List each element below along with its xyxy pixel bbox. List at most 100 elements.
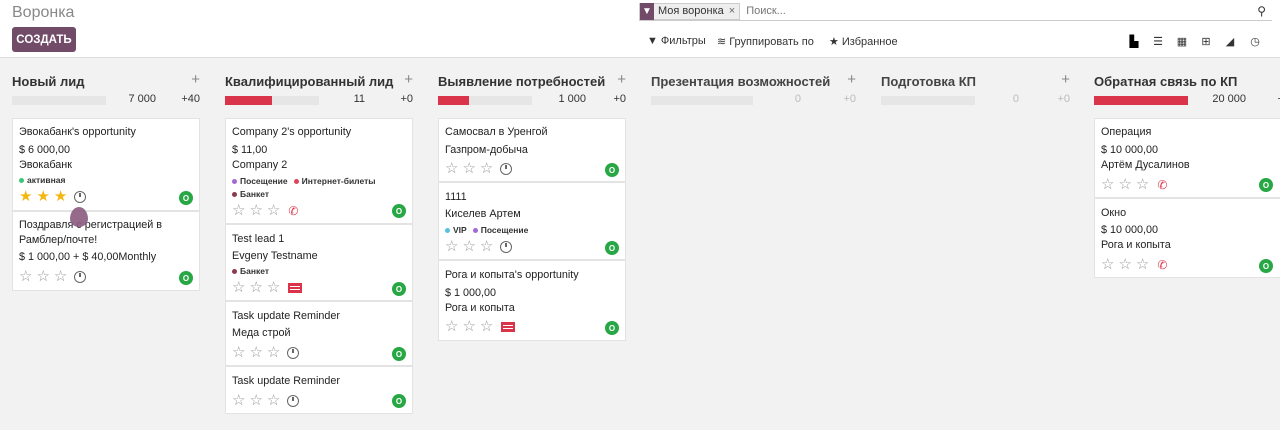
avatar[interactable]: O xyxy=(1259,259,1273,273)
kanban-card[interactable]: Test lead 1 Evgeny Testname Банкет ☆ ☆ ☆… xyxy=(225,224,413,301)
star-icon[interactable]: ☆ xyxy=(1118,257,1131,272)
star-icon[interactable]: ☆ xyxy=(445,239,458,254)
star-icon[interactable]: ☆ xyxy=(267,393,280,408)
activity-clock-icon[interactable] xyxy=(287,347,300,359)
avatar[interactable]: O xyxy=(392,204,406,218)
priority-stars[interactable]: ☆ ☆ ☆ xyxy=(19,269,87,284)
priority-stars[interactable]: ☆ ☆ ☆ xyxy=(232,345,300,360)
priority-stars[interactable]: ☆ ☆ ☆ ✆ xyxy=(1101,257,1167,272)
quick-create-icon[interactable]: + xyxy=(191,71,200,88)
kanban-card[interactable]: Эвокабанк's opportunity $ 6 000,00 Эвока… xyxy=(12,118,200,211)
star-icon[interactable]: ☆ xyxy=(249,345,262,360)
list-view-icon[interactable]: ☰ xyxy=(1150,33,1166,49)
search-input[interactable] xyxy=(746,5,1247,17)
email-icon[interactable] xyxy=(288,283,303,293)
progress-bar[interactable] xyxy=(651,96,753,105)
priority-stars[interactable]: ☆ ☆ ☆ ✆ xyxy=(232,203,298,218)
priority-stars[interactable]: ☆ ☆ ☆ ✆ xyxy=(1101,177,1167,192)
quick-create-icon[interactable]: + xyxy=(617,71,626,88)
star-icon[interactable]: ☆ xyxy=(232,393,245,408)
star-icon[interactable]: ☆ xyxy=(445,161,458,176)
email-icon[interactable] xyxy=(501,322,516,332)
priority-stars[interactable]: ☆ ☆ ☆ xyxy=(232,280,303,295)
priority-stars[interactable]: ☆ ☆ ☆ xyxy=(445,161,513,176)
star-icon[interactable]: ★ xyxy=(54,189,67,204)
calendar-view-icon[interactable]: ▦ xyxy=(1174,33,1190,49)
kanban-card[interactable]: Task update Reminder Меда строй ☆ ☆ ☆ O xyxy=(225,301,413,366)
progress-bar[interactable] xyxy=(438,96,532,105)
avatar[interactable]: O xyxy=(605,163,619,177)
kanban-card[interactable]: Поздравля с регистрацией в Рамблер/почте… xyxy=(12,211,200,291)
star-icon[interactable]: ☆ xyxy=(480,319,493,334)
star-icon[interactable]: ☆ xyxy=(36,269,49,284)
avatar[interactable]: O xyxy=(392,347,406,361)
star-icon[interactable]: ☆ xyxy=(19,269,32,284)
progress-bar[interactable] xyxy=(12,96,106,105)
avatar[interactable]: O xyxy=(605,321,619,335)
avatar[interactable]: O xyxy=(179,271,193,285)
star-icon[interactable]: ☆ xyxy=(1118,177,1131,192)
create-button[interactable]: СОЗДАТЬ xyxy=(12,27,76,52)
progress-bar[interactable] xyxy=(881,96,975,105)
star-icon[interactable]: ☆ xyxy=(480,239,493,254)
phone-icon[interactable]: ✆ xyxy=(1157,258,1167,272)
avatar[interactable]: O xyxy=(392,282,406,296)
kanban-card[interactable]: Company 2's opportunity $ 11,00 Company … xyxy=(225,118,413,224)
star-icon[interactable]: ☆ xyxy=(1101,177,1114,192)
filters-button[interactable]: ▼ Фильтры xyxy=(647,35,706,47)
avatar[interactable]: O xyxy=(1259,178,1273,192)
star-icon[interactable]: ☆ xyxy=(1136,177,1149,192)
star-icon[interactable]: ☆ xyxy=(267,280,280,295)
star-icon[interactable]: ☆ xyxy=(480,161,493,176)
star-icon[interactable]: ☆ xyxy=(249,203,262,218)
activity-view-icon[interactable]: ◷ xyxy=(1247,33,1263,49)
quick-create-icon[interactable]: + xyxy=(404,71,413,88)
star-icon[interactable]: ☆ xyxy=(462,161,475,176)
priority-stars[interactable]: ☆ ☆ ☆ xyxy=(232,393,300,408)
kanban-card[interactable]: Окно $ 10 000,00 Рога и копыта ☆ ☆ ☆ ✆ O xyxy=(1094,198,1280,278)
kanban-card[interactable]: Операция $ 10 000,00 Артём Дусалинов ☆ ☆… xyxy=(1094,118,1280,198)
facet-remove-icon[interactable]: × xyxy=(727,5,739,17)
star-icon[interactable]: ☆ xyxy=(267,345,280,360)
avatar[interactable]: O xyxy=(605,241,619,255)
quick-create-icon[interactable]: + xyxy=(1061,71,1070,88)
kanban-view-icon[interactable]: ▙ xyxy=(1126,33,1142,49)
favorites-button[interactable]: ★ Избранное xyxy=(829,35,898,49)
star-icon[interactable]: ☆ xyxy=(232,203,245,218)
activity-clock-icon[interactable] xyxy=(500,241,513,253)
star-icon[interactable]: ☆ xyxy=(462,319,475,334)
priority-stars[interactable]: ☆ ☆ ☆ xyxy=(445,239,513,254)
activity-clock-icon[interactable] xyxy=(287,395,300,407)
progress-bar[interactable] xyxy=(225,96,319,105)
kanban-card[interactable]: Самосвал в Уренгой Газпром-добыча ☆ ☆ ☆ … xyxy=(438,118,626,182)
kanban-card[interactable]: 1111 Киселев Артем VIP Посещение ☆ ☆ ☆ O xyxy=(438,182,626,260)
star-icon[interactable]: ☆ xyxy=(462,239,475,254)
activity-clock-icon[interactable] xyxy=(74,271,87,283)
graph-view-icon[interactable]: ◢ xyxy=(1222,33,1238,49)
kanban-card[interactable]: Рога и копыта's opportunity $ 1 000,00 Р… xyxy=(438,260,626,341)
phone-icon[interactable]: ✆ xyxy=(288,204,298,218)
star-icon[interactable]: ★ xyxy=(19,189,32,204)
avatar[interactable]: O xyxy=(179,191,193,205)
group-by-button[interactable]: ≋ Группировать по xyxy=(717,35,814,49)
star-icon[interactable]: ☆ xyxy=(232,345,245,360)
pivot-view-icon[interactable]: ⊞ xyxy=(1198,33,1214,49)
star-icon[interactable]: ☆ xyxy=(445,319,458,334)
star-icon[interactable]: ☆ xyxy=(267,203,280,218)
activity-clock-icon[interactable] xyxy=(74,191,87,203)
star-icon[interactable]: ☆ xyxy=(249,280,262,295)
star-icon[interactable]: ☆ xyxy=(249,393,262,408)
star-icon[interactable]: ☆ xyxy=(54,269,67,284)
star-icon[interactable]: ☆ xyxy=(1136,257,1149,272)
star-icon[interactable]: ☆ xyxy=(232,280,245,295)
activity-clock-icon[interactable] xyxy=(500,163,513,175)
search-icon[interactable]: ⚲ xyxy=(1257,4,1266,18)
phone-icon[interactable]: ✆ xyxy=(1157,178,1167,192)
priority-stars[interactable]: ☆ ☆ ☆ xyxy=(445,319,516,334)
star-icon[interactable]: ★ xyxy=(36,189,49,204)
progress-bar[interactable] xyxy=(1094,96,1188,105)
avatar[interactable]: O xyxy=(392,394,406,408)
priority-stars[interactable]: ★ ★ ★ xyxy=(19,189,87,204)
star-icon[interactable]: ☆ xyxy=(1101,257,1114,272)
quick-create-icon[interactable]: + xyxy=(847,71,856,88)
